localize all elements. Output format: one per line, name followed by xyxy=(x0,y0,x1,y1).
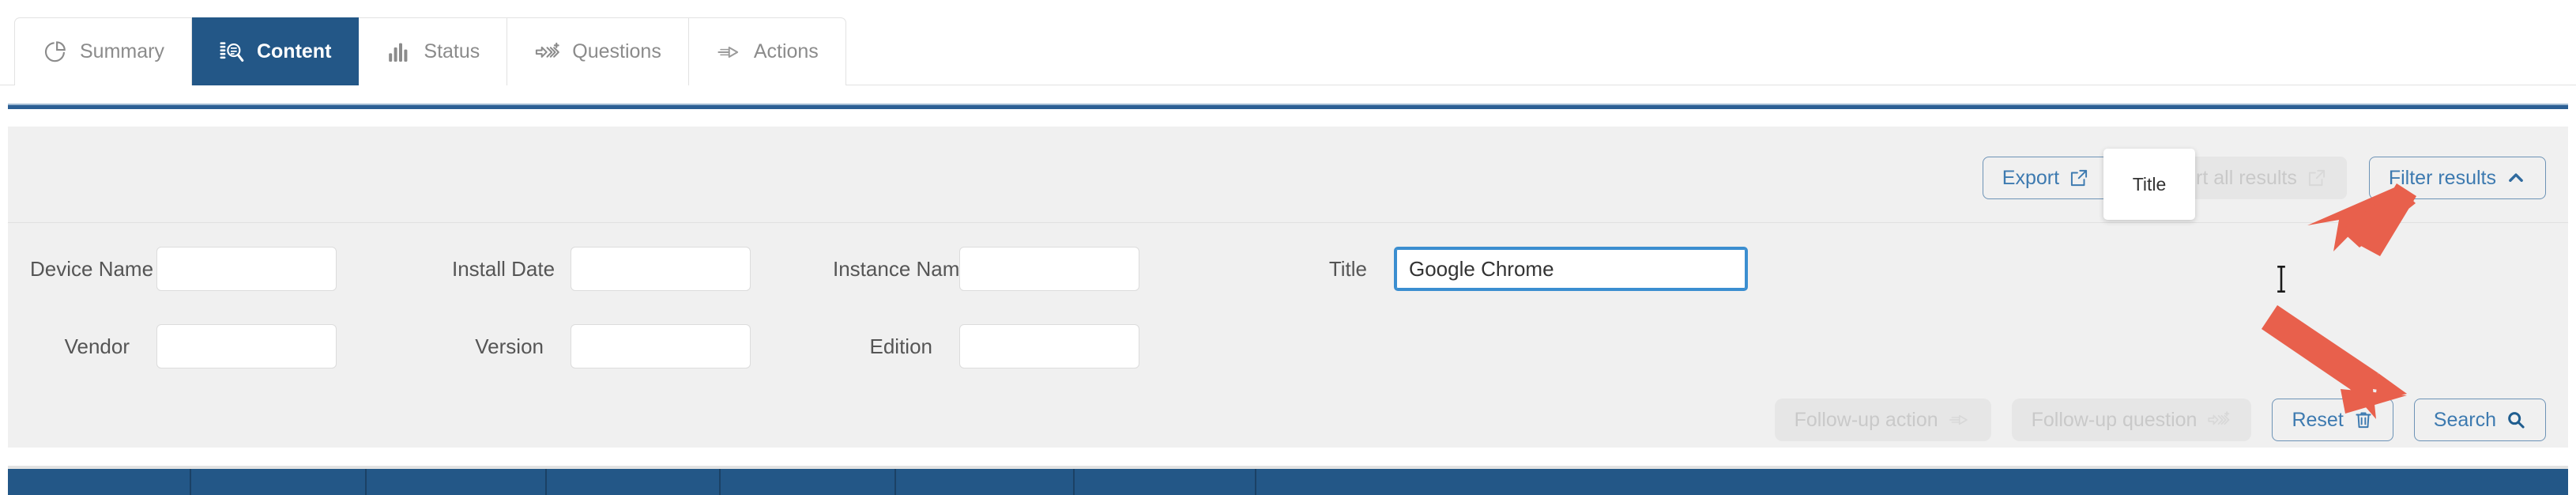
tab-actions-label: Actions xyxy=(753,40,819,62)
install-date-input[interactable] xyxy=(571,247,751,291)
filter-results-button[interactable]: Filter results xyxy=(2368,157,2546,199)
version-input[interactable] xyxy=(571,324,751,368)
title-tooltip: Title xyxy=(2103,149,2195,220)
field-instance-name: Instance Name xyxy=(833,247,1173,291)
table-header-cell[interactable] xyxy=(191,469,367,495)
edition-input[interactable] xyxy=(959,324,1139,368)
version-label: Version xyxy=(475,334,544,358)
external-link-icon xyxy=(2307,168,2327,188)
install-date-label: Install Date xyxy=(452,256,555,281)
export-button-label: Export xyxy=(2002,166,2060,189)
action-arrow-icon xyxy=(716,39,743,66)
vendor-input[interactable] xyxy=(156,324,337,368)
tab-summary-label: Summary xyxy=(80,40,164,62)
vendor-label: Vendor xyxy=(64,334,130,358)
table-header-cell[interactable] xyxy=(896,469,1075,495)
instance-name-label: Instance Name xyxy=(833,256,971,281)
text-cursor-icon xyxy=(2274,263,2288,299)
device-name-input[interactable] xyxy=(156,247,337,291)
tab-questions[interactable]: Questions xyxy=(507,17,689,85)
table-header-cell[interactable] xyxy=(8,469,191,495)
filter-results-label: Filter results xyxy=(2388,166,2496,189)
follow-up-question-label: Follow-up question xyxy=(2031,408,2198,431)
external-link-icon xyxy=(2069,168,2089,188)
question-arrows-icon xyxy=(2206,410,2231,430)
reset-button-label: Reset xyxy=(2292,408,2344,431)
question-arrows-icon xyxy=(534,39,561,66)
field-edition: Edition xyxy=(833,324,1173,368)
field-device-name: Device Name xyxy=(30,247,370,291)
follow-up-action-label: Follow-up action xyxy=(1794,408,1938,431)
title-label: Title xyxy=(1328,256,1367,281)
search-button[interactable]: Search xyxy=(2413,399,2546,441)
table-header-cell[interactable] xyxy=(721,469,896,495)
chevron-up-icon xyxy=(2506,168,2526,188)
tab-questions-label: Questions xyxy=(572,40,661,62)
content-search-icon xyxy=(219,39,246,66)
tab-actions[interactable]: Actions xyxy=(688,17,846,85)
filter-form: Device Name Install Date Instance Name T… xyxy=(8,223,2568,448)
accent-bar xyxy=(8,104,2568,109)
export-button[interactable]: Export xyxy=(1982,157,2110,199)
filter-row-2: Vendor Version Edition xyxy=(8,324,2568,368)
bar-chart-icon xyxy=(386,39,412,66)
tab-summary[interactable]: Summary xyxy=(14,17,192,85)
title-input[interactable]: Google Chrome xyxy=(1394,247,1748,291)
follow-up-action-button[interactable]: Follow-up action xyxy=(1774,399,1991,441)
toolbar-actions: Export Export all results Filter results xyxy=(1982,157,2546,199)
table-header-cell[interactable] xyxy=(367,469,547,495)
magnifier-icon xyxy=(2506,410,2526,430)
tab-status-label: Status xyxy=(424,40,480,62)
follow-up-question-button[interactable]: Follow-up question xyxy=(2011,399,2252,441)
tab-bar: Summary Content Status Questions Actions xyxy=(0,0,2576,104)
action-arrow-icon xyxy=(1948,410,1972,430)
table-header-cell[interactable] xyxy=(547,469,721,495)
table-header-cell[interactable] xyxy=(1075,469,1256,495)
instance-name-input[interactable] xyxy=(959,247,1139,291)
search-button-label: Search xyxy=(2433,408,2496,431)
field-title: Title Google Chrome xyxy=(1299,247,1748,291)
trash-icon xyxy=(2353,410,2374,430)
filter-action-buttons: Follow-up action Follow-up question Rese… xyxy=(1774,399,2546,441)
table-header-cell[interactable] xyxy=(1256,469,2568,495)
field-version: Version xyxy=(452,324,784,368)
app-screenshot: Summary Content Status Questions Actions… xyxy=(0,0,2576,495)
tab-content-label: Content xyxy=(256,40,332,62)
filter-row-1: Device Name Install Date Instance Name T… xyxy=(8,247,2568,291)
title-tooltip-text: Title xyxy=(2132,173,2167,195)
pie-chart-icon xyxy=(42,39,69,66)
field-install-date: Install Date xyxy=(452,247,784,291)
tab-strip: Summary Content Status Questions Actions xyxy=(14,17,846,85)
tab-status[interactable]: Status xyxy=(359,17,508,85)
edition-label: Edition xyxy=(869,334,933,358)
results-table-header xyxy=(8,466,2568,495)
field-vendor: Vendor xyxy=(30,324,370,368)
device-name-label: Device Name xyxy=(30,256,154,281)
reset-button[interactable]: Reset xyxy=(2272,399,2393,441)
tab-content[interactable]: Content xyxy=(191,17,360,85)
